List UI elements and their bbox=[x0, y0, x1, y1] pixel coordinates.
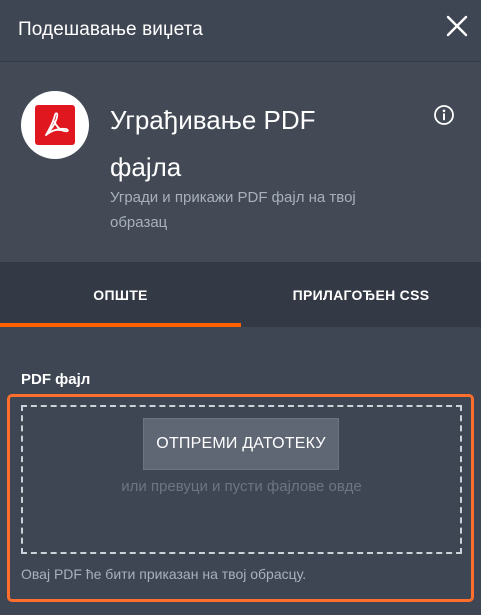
close-icon bbox=[446, 15, 468, 37]
widget-title-line2: фајла bbox=[110, 152, 182, 182]
widget-logo bbox=[21, 91, 89, 159]
tab-custom-css[interactable]: ПРИЛАГОЂЕН CSS bbox=[241, 262, 481, 327]
drop-hint-text: или превуци и пусти фајлове овде bbox=[121, 478, 362, 495]
tab-general[interactable]: ОПШТЕ bbox=[0, 262, 241, 327]
widget-header: Уграђивање PDF фајла Угради и прикажи PD… bbox=[0, 62, 481, 262]
widget-description: Угради и прикажи PDF фајл на твој образа… bbox=[110, 185, 410, 235]
close-button[interactable] bbox=[445, 14, 469, 38]
panel-title: Подешавање виџета bbox=[18, 19, 203, 40]
panel-header: Подешавање виџета bbox=[0, 0, 481, 62]
adobe-pdf-icon bbox=[35, 105, 75, 145]
info-icon bbox=[434, 105, 454, 125]
tab-bar: ОПШТЕ ПРИЛАГОЂЕН CSS bbox=[0, 262, 481, 327]
upload-file-button[interactable]: ОТПРЕМИ ДАТОТЕКУ bbox=[143, 418, 339, 470]
pdf-file-label: PDF фајл bbox=[21, 371, 91, 388]
field-help-text: Овај PDF ће бити приказан на твој обрасц… bbox=[21, 566, 307, 582]
widget-description-line2: образац bbox=[110, 214, 168, 231]
widget-title: Уграђивање PDF фајла bbox=[110, 97, 410, 191]
widget-description-line1: Угради и прикажи PDF фајл на твој bbox=[110, 189, 356, 206]
widget-title-line1: Уграђивање PDF bbox=[110, 105, 316, 135]
info-button[interactable] bbox=[433, 104, 455, 126]
